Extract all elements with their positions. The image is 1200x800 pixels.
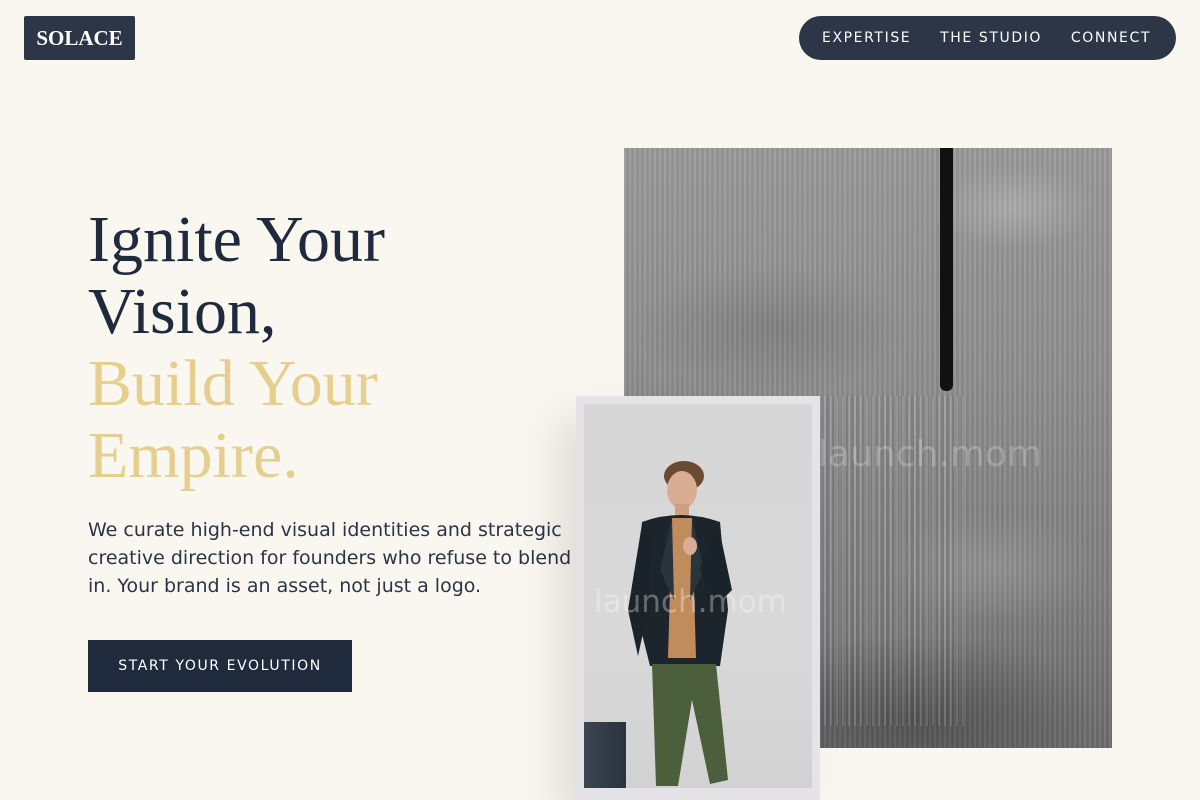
portrait-photo: launch.mom — [584, 404, 812, 788]
headline-accent-line-2: Empire. — [88, 419, 299, 492]
portrait-frame: launch.mom — [576, 396, 820, 800]
portrait-watermark: launch.mom — [594, 584, 787, 620]
nav-connect[interactable]: CONNECT — [1071, 30, 1151, 46]
logo[interactable]: SOLACE — [24, 16, 135, 60]
start-your-evolution-button[interactable]: START YOUR EVOLUTION — [88, 640, 352, 692]
page: SOLACE EXPERTISE THE STUDIO CONNECT Igni… — [0, 0, 1200, 800]
hero-description: We curate high-end visual identities and… — [88, 519, 572, 597]
hero-headline: Ignite Your Vision, Build Your Empire. — [88, 204, 568, 492]
texture-watermark: launch.mom — [818, 434, 1042, 475]
headline-accent-line-1: Build Your — [88, 347, 378, 420]
model-figure — [628, 461, 732, 786]
headline-line-1: Ignite Your — [88, 203, 386, 276]
nav-the-studio[interactable]: THE STUDIO — [940, 30, 1042, 46]
main-nav: EXPERTISE THE STUDIO CONNECT — [799, 16, 1176, 60]
black-paint-streak — [940, 148, 953, 391]
headline-line-2: Vision, — [88, 275, 277, 348]
nav-expertise[interactable]: EXPERTISE — [822, 30, 911, 46]
